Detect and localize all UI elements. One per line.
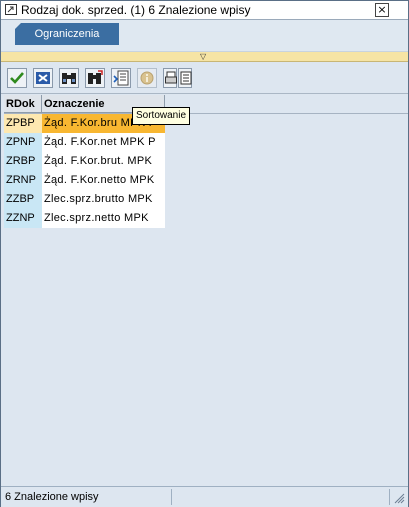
sort-tooltip: Sortowanie (132, 107, 191, 125)
resize-grip-icon[interactable] (393, 492, 405, 504)
cancel-x-icon (36, 72, 50, 84)
checkmark-icon (10, 72, 24, 84)
table-row[interactable]: ZZNP Zlec.sprz.netto MPK (4, 209, 165, 228)
print-icon (165, 71, 177, 84)
cell-description[interactable]: Zlec.sprz.netto MPK (42, 209, 165, 228)
toolbar (1, 65, 408, 94)
window-menu-icon[interactable] (5, 4, 17, 15)
table-row[interactable]: ZRBP Żąd. F.Kor.brut. MPK (4, 152, 165, 171)
status-bar: 6 Znalezione wpisy (1, 486, 408, 507)
find-next-icon (88, 70, 103, 84)
info-button[interactable] (137, 68, 157, 88)
close-icon: × (377, 3, 387, 16)
print-button[interactable] (163, 68, 177, 88)
results-grid: RDok Oznaczenie ZPBP Żąd. F.Kor.bru MPK … (4, 95, 408, 483)
status-divider (171, 489, 172, 505)
table-row[interactable]: ZRNP Żąd. F.Kor.netto MPK (4, 171, 165, 190)
cell-code[interactable]: ZZNP (4, 209, 42, 228)
cell-description[interactable]: Zlec.sprz.brutto MPK (42, 190, 165, 209)
tab-ograniczenia[interactable]: Ograniczenia (15, 23, 119, 45)
info-icon (140, 71, 154, 85)
status-text: 6 Znalezione wpisy (5, 491, 99, 503)
cell-description[interactable]: Żąd. F.Kor.brut. MPK (42, 152, 165, 171)
sort-icon (113, 70, 129, 86)
sort-button[interactable] (111, 68, 131, 88)
binoculars-icon (62, 73, 76, 84)
tab-strip: Ograniczenia (1, 20, 408, 52)
confirm-button[interactable] (7, 68, 27, 88)
find-next-button[interactable] (85, 68, 105, 88)
find-button[interactable] (59, 68, 79, 88)
table-row[interactable]: ZPNP Żąd. F.Kor.net MPK P (4, 133, 165, 152)
close-button[interactable]: × (375, 3, 389, 17)
list-button[interactable] (178, 68, 192, 88)
window-title: Rodzaj dok. sprzed. (1) 6 Znalezione wpi… (21, 3, 251, 17)
title-bar[interactable]: Rodzaj dok. sprzed. (1) 6 Znalezione wpi… (1, 1, 408, 20)
cell-description[interactable]: Żąd. F.Kor.netto MPK (42, 171, 165, 190)
cell-code[interactable]: ZPBP (4, 114, 42, 133)
cell-code[interactable]: ZRBP (4, 152, 42, 171)
collapse-arrow-icon[interactable]: ▽ (200, 52, 206, 61)
cancel-button[interactable] (33, 68, 53, 88)
cell-description[interactable]: Żąd. F.Kor.net MPK P (42, 133, 165, 152)
cell-code[interactable]: ZRNP (4, 171, 42, 190)
table-row[interactable]: ZZBP Zlec.sprz.brutto MPK (4, 190, 165, 209)
collapse-strip[interactable]: ▽ (1, 52, 408, 62)
column-header-rdok[interactable]: RDok (4, 95, 42, 113)
dialog-window: Rodzaj dok. sprzed. (1) 6 Znalezione wpi… (0, 0, 409, 507)
cell-code[interactable]: ZPNP (4, 133, 42, 152)
status-divider (389, 489, 390, 505)
list-icon (180, 71, 192, 85)
cell-code[interactable]: ZZBP (4, 190, 42, 209)
